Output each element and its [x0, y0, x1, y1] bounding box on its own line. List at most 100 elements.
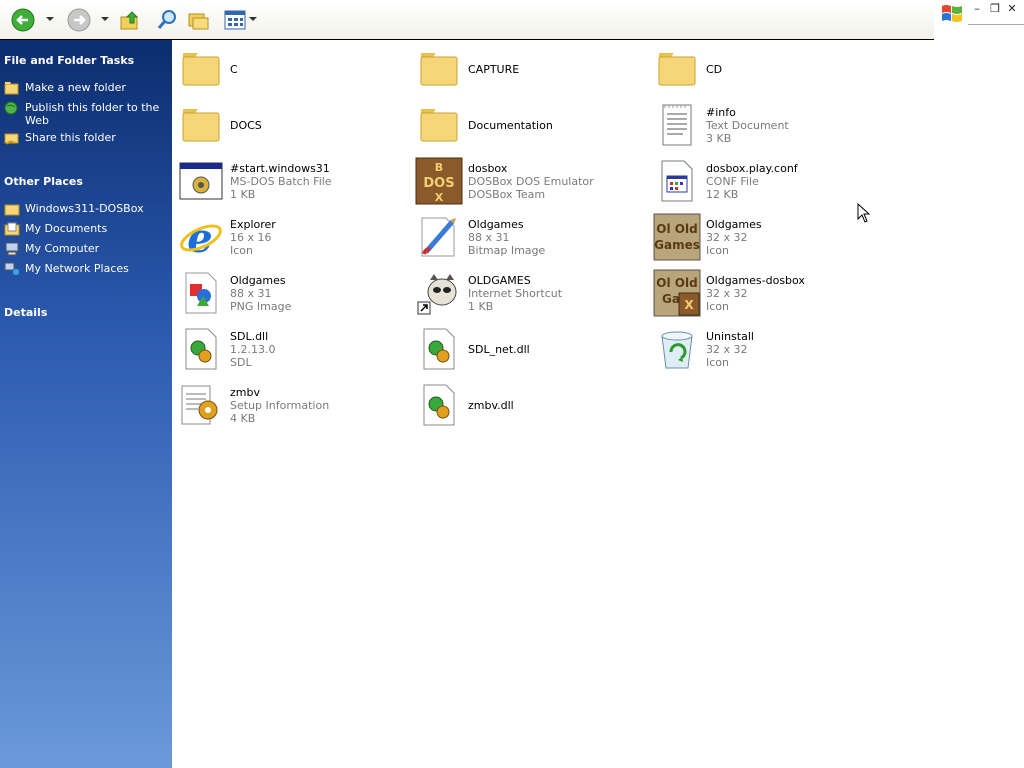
- png-image-icon: [185, 272, 217, 314]
- file-name: Explorer: [230, 217, 276, 231]
- place-my-documents[interactable]: My Documents: [4, 222, 168, 236]
- search-icon: [157, 10, 176, 29]
- file-type: CONF File: [706, 174, 759, 188]
- file-item[interactable]: #info Text Document 3 KB: [652, 99, 882, 151]
- file-name: OLDGAMES: [468, 273, 531, 287]
- up-button[interactable]: [118, 8, 142, 32]
- file-name: Oldgames: [706, 217, 762, 231]
- task-label: Publish this folder to the Web: [25, 101, 160, 127]
- file-size: 4 KB: [230, 411, 256, 425]
- place-windows311-dosbox[interactable]: Windows311-DOSBox: [4, 202, 168, 216]
- dosbox-icon: B DOSX: [415, 157, 463, 205]
- file-type: Icon: [230, 243, 253, 257]
- restore-button[interactable]: ❐: [988, 2, 1002, 16]
- file-type: Bitmap Image: [468, 243, 546, 257]
- svg-text:DOS: DOS: [423, 176, 454, 191]
- bitmap-image-icon: [421, 217, 456, 257]
- file-item[interactable]: C: [176, 43, 406, 95]
- folder-icon: [4, 204, 20, 216]
- search-button[interactable]: [154, 8, 180, 32]
- file-item[interactable]: CAPTURE: [414, 43, 644, 95]
- my-computer-icon: [5, 242, 19, 256]
- task-make-new-folder[interactable]: Make a new folder: [4, 81, 168, 95]
- file-item[interactable]: DOCS: [176, 99, 406, 151]
- internet-explorer-icon: e: [180, 215, 222, 260]
- file-item[interactable]: #start.windows31 MS-DOS Batch File 1 KB: [176, 155, 406, 207]
- file-item[interactable]: dosbox.play.conf CONF File 12 KB: [652, 155, 882, 207]
- task-label: My Network Places: [25, 262, 129, 275]
- close-button[interactable]: ✕: [1005, 2, 1019, 16]
- back-button[interactable]: [10, 8, 36, 32]
- other-places-title[interactable]: Other Places: [4, 175, 83, 188]
- folders-button[interactable]: [186, 8, 212, 32]
- minimize-button[interactable]: –: [970, 2, 984, 16]
- file-item[interactable]: Ol Old Ga X Oldgames-dosbox 32 x 32 Icon: [652, 267, 882, 319]
- forward-arrow-icon: [67, 8, 91, 32]
- folder-icon: [658, 53, 696, 86]
- details-title[interactable]: Details: [4, 306, 47, 319]
- file-name: dosbox: [468, 161, 508, 175]
- file-name: Oldgames: [230, 273, 286, 287]
- task-pane: File and Folder Tasks Make a new folder …: [0, 40, 172, 768]
- file-item[interactable]: zmbv.dll: [414, 379, 644, 431]
- file-item[interactable]: e Explorer 16 x 16 Icon: [176, 211, 406, 263]
- file-type: Icon: [706, 355, 729, 369]
- file-item[interactable]: Oldgames 88 x 31 PNG Image: [176, 267, 406, 319]
- file-name: Oldgames: [468, 217, 524, 231]
- task-label: Make a new folder: [25, 81, 126, 94]
- file-item[interactable]: SDL_net.dll: [414, 323, 644, 375]
- svg-text:Ol Old: Ol Old: [656, 276, 697, 290]
- new-folder-icon: [4, 82, 19, 95]
- place-my-computer[interactable]: My Computer: [4, 242, 168, 256]
- file-type: Text Document: [706, 118, 789, 132]
- file-name: dosbox.play.conf: [706, 161, 798, 175]
- task-publish-web[interactable]: Publish this folder to the Web: [4, 101, 168, 127]
- views-dropdown-icon[interactable]: [249, 17, 257, 21]
- task-share-folder[interactable]: Share this folder: [4, 131, 168, 145]
- svg-text:X: X: [435, 191, 444, 204]
- file-item[interactable]: Documentation: [414, 99, 644, 151]
- svg-text:Ol Old: Ol Old: [656, 222, 697, 236]
- svg-text:B: B: [435, 161, 443, 174]
- file-name: Uninstall: [706, 329, 754, 343]
- place-my-network-places[interactable]: My Network Places: [4, 262, 168, 276]
- svg-text:e: e: [187, 215, 212, 260]
- publish-web-icon: [4, 101, 18, 115]
- file-dimensions: 88 x 31: [230, 286, 272, 300]
- task-label: Share this folder: [25, 131, 116, 144]
- file-dimensions: 32 x 32: [706, 286, 748, 300]
- file-dimensions: 88 x 31: [468, 230, 510, 244]
- forward-dropdown-icon[interactable]: [101, 17, 109, 21]
- forward-button[interactable]: [66, 8, 92, 32]
- file-type: Setup Information: [230, 398, 330, 412]
- file-name: #info: [706, 105, 736, 119]
- toolbar: [0, 0, 934, 40]
- file-item[interactable]: Oldgames 88 x 31 Bitmap Image: [414, 211, 644, 263]
- file-name: SDL.dll: [230, 329, 269, 343]
- dll-file-icon: [185, 328, 217, 370]
- network-places-icon: [4, 262, 20, 276]
- file-item[interactable]: B DOS X dosbox DOSBox DOS Emulator DOSBox Te…: [414, 155, 644, 207]
- conf-file-icon: [661, 160, 693, 202]
- back-dropdown-icon[interactable]: [46, 17, 54, 21]
- setup-information-icon: [181, 385, 218, 425]
- file-item[interactable]: SDL.dll 1.2.13.0 SDL: [176, 323, 406, 375]
- file-item[interactable]: Uninstall 32 x 32 Icon: [652, 323, 882, 375]
- file-item[interactable]: CD: [652, 43, 882, 95]
- windows-logo-icon: [942, 5, 962, 22]
- file-company: DOSBox Team: [468, 187, 546, 201]
- file-item[interactable]: Ol Old Games Oldgames 32 x 32 Icon: [652, 211, 882, 263]
- corner-divider: [968, 24, 1024, 25]
- file-name: Oldgames-dosbox: [706, 273, 805, 287]
- file-size: 3 KB: [706, 131, 732, 145]
- svg-text:Games: Games: [654, 238, 700, 252]
- file-tasks-title[interactable]: File and Folder Tasks: [4, 54, 134, 67]
- file-item[interactable]: OLDGAMES Internet Shortcut 1 KB: [414, 267, 644, 319]
- file-name: #start.windows31: [230, 161, 330, 175]
- file-type: Internet Shortcut: [468, 286, 563, 300]
- file-name: CAPTURE: [468, 62, 520, 76]
- views-button[interactable]: [222, 8, 248, 32]
- file-type: Icon: [706, 299, 729, 313]
- file-item[interactable]: zmbv Setup Information 4 KB: [176, 379, 406, 431]
- batch-file-icon: [179, 162, 223, 200]
